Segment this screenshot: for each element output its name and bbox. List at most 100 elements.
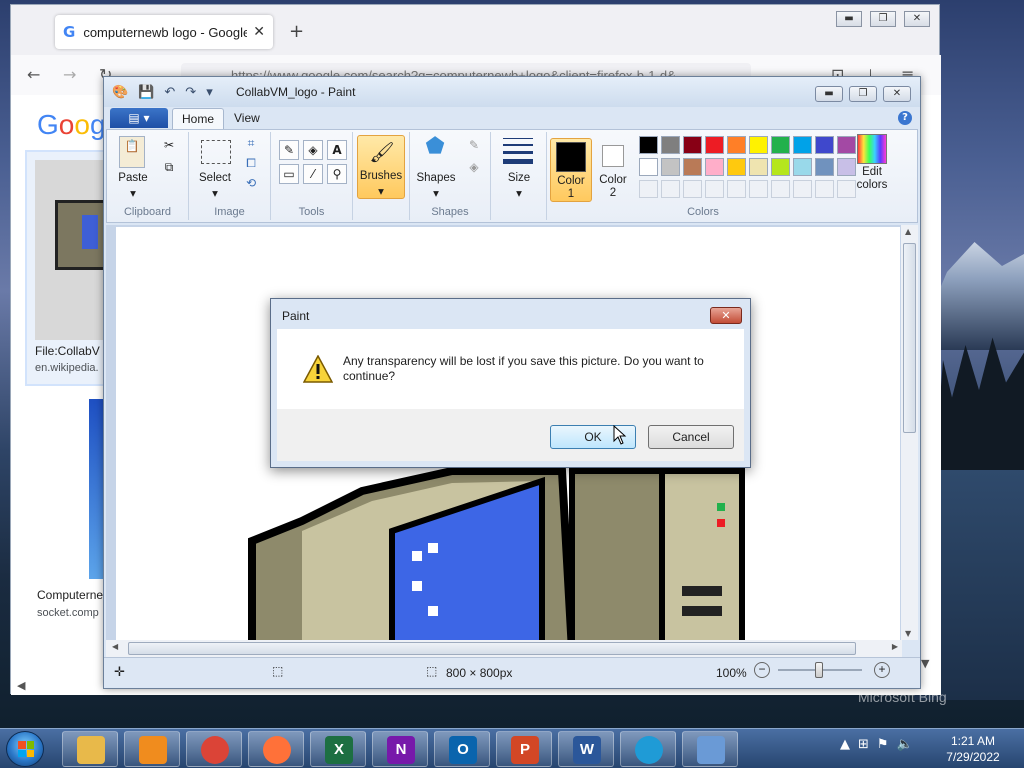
text-icon[interactable]: A [327, 140, 347, 160]
shape-fill-icon[interactable]: ◈ [464, 158, 484, 178]
vertical-scroll-thumb[interactable] [903, 243, 916, 433]
scroll-left-icon[interactable]: ◀ [17, 679, 25, 692]
palette-swatch[interactable] [749, 136, 768, 154]
help-icon[interactable]: ? [898, 111, 912, 125]
palette-swatch[interactable] [837, 136, 856, 154]
palette-swatch[interactable] [793, 136, 812, 154]
size-dropdown-icon[interactable]: ▾ [495, 186, 543, 200]
image-result-title[interactable]: Computerne [37, 588, 103, 602]
save-icon[interactable]: 💾 [138, 85, 154, 100]
custom-color-slot[interactable] [639, 180, 658, 198]
scroll-down-icon[interactable]: ▼ [905, 629, 911, 638]
custom-color-slot[interactable] [793, 180, 812, 198]
brushes-button[interactable]: 🖌 Brushes ▾ [357, 135, 405, 199]
size-icon[interactable] [503, 138, 533, 164]
palette-swatch[interactable] [771, 136, 790, 154]
taskbar-button[interactable] [124, 731, 180, 767]
custom-color-slot[interactable] [771, 180, 790, 198]
taskbar-button[interactable] [62, 731, 118, 767]
scroll-left-icon[interactable]: ◀ [112, 642, 118, 651]
network-icon[interactable]: ⊞ [858, 737, 869, 752]
customize-qat-icon[interactable]: ▾ [206, 85, 213, 100]
undo-icon[interactable]: ↶ [164, 85, 175, 100]
palette-swatch[interactable] [661, 136, 680, 154]
browser-minimize-button[interactable]: ▬ [836, 11, 862, 27]
paint-app-icon[interactable]: 🎨 [112, 85, 128, 100]
taskbar-button[interactable]: N [372, 731, 428, 767]
taskbar-button[interactable] [186, 731, 242, 767]
browser-maximize-button[interactable]: ❐ [870, 11, 896, 27]
paste-icon[interactable]: 📋 [119, 136, 145, 168]
tab-home[interactable]: Home [172, 108, 224, 130]
new-tab-icon[interactable]: + [289, 21, 304, 42]
rotate-icon[interactable]: ⟲ [241, 174, 261, 194]
select-icon[interactable] [201, 140, 231, 164]
palette-swatch[interactable] [661, 158, 680, 176]
scroll-down-icon[interactable]: ▼ [921, 657, 929, 670]
select-button[interactable]: Select [195, 172, 235, 184]
volume-icon[interactable]: 🔈 [897, 737, 913, 752]
image-result-title[interactable]: File:CollabV [35, 344, 100, 358]
taskbar-button[interactable]: O [434, 731, 490, 767]
color2-button[interactable]: Color 2 [593, 138, 635, 202]
taskbar-button[interactable] [620, 731, 676, 767]
cut-icon[interactable]: ✂ [159, 136, 179, 156]
clock[interactable]: 1:21 AM 7/29/2022 [938, 733, 1008, 765]
google-logo[interactable]: Goog [37, 109, 106, 141]
palette-swatch[interactable] [683, 158, 702, 176]
dialog-close-button[interactable]: ✕ [710, 307, 742, 324]
crop-icon[interactable]: ⌗ [241, 134, 261, 154]
custom-color-slot[interactable] [683, 180, 702, 198]
scroll-right-icon[interactable]: ▶ [892, 642, 898, 651]
custom-color-slot[interactable] [749, 180, 768, 198]
size-button[interactable]: Size [495, 172, 543, 184]
edit-colors-button[interactable]: Edit [849, 166, 895, 178]
file-menu-button[interactable]: ▤ ▾ [110, 108, 168, 128]
edit-colors-icon[interactable] [857, 134, 887, 164]
vertical-scrollbar[interactable]: ▲ ▼ [901, 225, 918, 640]
horizontal-scrollbar[interactable]: ◀ ▶ [106, 640, 902, 657]
forward-icon[interactable]: → [63, 65, 76, 84]
image-result-card[interactable]: File:CollabV en.wikipedia. [25, 150, 115, 386]
palette-swatch[interactable] [727, 158, 746, 176]
show-hidden-icons-icon[interactable]: ▲ [840, 737, 850, 752]
shapes-button[interactable]: Shapes [414, 172, 458, 184]
cancel-button[interactable]: Cancel [648, 425, 734, 449]
taskbar-button[interactable]: P [496, 731, 552, 767]
tab-view[interactable]: View [234, 111, 260, 125]
paint-close-button[interactable]: ✕ [883, 86, 911, 102]
select-dropdown-icon[interactable]: ▾ [195, 186, 235, 200]
close-tab-icon[interactable]: ✕ [253, 24, 265, 40]
color1-button[interactable]: Color 1 [550, 138, 592, 202]
scroll-up-icon[interactable]: ▲ [905, 227, 911, 236]
image-result-thumbnail[interactable] [35, 160, 111, 340]
start-button[interactable] [6, 731, 44, 767]
back-icon[interactable]: ← [27, 65, 40, 84]
shapes-dropdown-icon[interactable]: ▾ [414, 186, 458, 200]
palette-swatch[interactable] [639, 136, 658, 154]
taskbar-button[interactable]: X [310, 731, 366, 767]
shapes-icon[interactable]: ⬟ [420, 134, 450, 164]
custom-color-slot[interactable] [815, 180, 834, 198]
paste-button[interactable]: Paste [113, 172, 153, 184]
action-center-icon[interactable]: ⚑ [877, 737, 889, 752]
paste-dropdown-icon[interactable]: ▾ [113, 186, 153, 200]
palette-swatch[interactable] [639, 158, 658, 176]
resize-icon[interactable]: ⧠ [241, 154, 261, 174]
zoom-out-icon[interactable]: − [754, 662, 770, 678]
browser-close-button[interactable]: ✕ [904, 11, 930, 27]
palette-swatch[interactable] [705, 136, 724, 154]
zoom-in-icon[interactable]: + [874, 662, 890, 678]
palette-swatch[interactable] [727, 136, 746, 154]
custom-color-slot[interactable] [661, 180, 680, 198]
taskbar-button[interactable] [682, 731, 738, 767]
palette-swatch[interactable] [749, 158, 768, 176]
custom-color-slot[interactable] [705, 180, 724, 198]
copy-icon[interactable]: ⧉ [159, 158, 179, 178]
palette-swatch[interactable] [815, 158, 834, 176]
redo-icon[interactable]: ↷ [185, 85, 196, 100]
zoom-slider-thumb[interactable] [815, 662, 823, 678]
fill-icon[interactable]: ◈ [303, 140, 323, 160]
taskbar-button[interactable]: W [558, 731, 614, 767]
eraser-icon[interactable]: ▭ [279, 164, 299, 184]
